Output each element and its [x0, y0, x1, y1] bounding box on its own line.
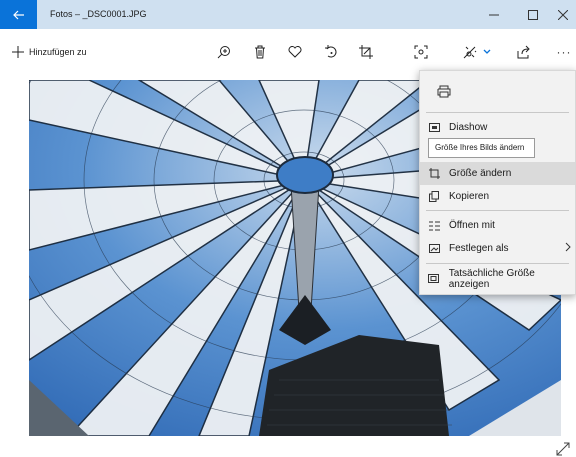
menu-item-label: Festlegen als [449, 243, 509, 254]
rotate-icon [325, 45, 337, 58]
close-icon [558, 9, 568, 20]
share-button[interactable] [513, 41, 535, 63]
actual-size-icon [428, 273, 440, 285]
title-bar: Fotos – _DSC0001.JPG [0, 0, 576, 29]
print-button[interactable] [420, 71, 575, 111]
open-with-icon [428, 220, 440, 232]
chevron-right-icon [565, 242, 571, 252]
back-arrow-icon [12, 10, 24, 19]
menu-item-set-as[interactable]: Festlegen als [420, 237, 575, 260]
add-to-button[interactable]: Hinzufügen zu [12, 42, 87, 62]
menu-item-label: Kopieren [449, 191, 490, 202]
favorite-icon [288, 46, 302, 58]
menu-item-actual-size[interactable]: Tatsächliche Größe anzeigen [420, 267, 575, 290]
chevron-down-icon [483, 49, 491, 54]
print-icon [437, 85, 451, 97]
more-icon: ··· [556, 45, 572, 59]
copy-icon [428, 191, 440, 203]
menu-separator [426, 112, 569, 113]
resize-icon [428, 168, 440, 180]
toolbar: Hinzufügen zu ··· [0, 29, 576, 76]
menu-item-slideshow[interactable]: Diashow [420, 116, 575, 139]
edit-create-button[interactable] [460, 41, 494, 63]
menu-item-label: Größe ändern [449, 168, 512, 179]
window-title: Fotos – _DSC0001.JPG [50, 9, 147, 19]
menu-item-copy[interactable]: Kopieren [420, 185, 575, 208]
delete-button[interactable] [249, 41, 271, 63]
more-menu: Diashow Größe ändern Kopieren Öffnen mit… [419, 70, 576, 295]
crop-icon [359, 45, 373, 59]
close-button[interactable] [545, 0, 576, 29]
zoom-in-icon [217, 46, 230, 59]
enhance-button[interactable] [410, 41, 432, 63]
enhance-icon [414, 45, 428, 59]
edit-create-icon [463, 46, 477, 59]
back-button[interactable] [0, 0, 37, 29]
menu-item-resize[interactable]: Größe ändern [420, 162, 575, 185]
share-icon [517, 45, 530, 59]
slideshow-icon [428, 122, 440, 134]
set-as-icon [428, 243, 440, 255]
menu-item-label: Tatsächliche Größe anzeigen [448, 267, 535, 290]
rotate-button[interactable] [320, 41, 342, 63]
menu-separator [426, 210, 569, 211]
zoom-in-button[interactable] [213, 41, 235, 63]
expand-icon[interactable] [556, 442, 570, 456]
tooltip: Größe Ihres Bilds ändern [428, 138, 535, 158]
menu-item-open-with[interactable]: Öffnen mit [420, 214, 575, 237]
crop-button[interactable] [355, 41, 377, 63]
minimize-icon [489, 14, 499, 15]
favorite-button[interactable] [284, 41, 306, 63]
plus-icon [12, 46, 24, 58]
menu-item-label: Öffnen mit [449, 220, 495, 231]
more-button[interactable]: ··· [553, 41, 575, 63]
menu-separator [426, 263, 569, 264]
add-to-label: Hinzufügen zu [29, 47, 87, 57]
minimize-button[interactable] [476, 0, 512, 29]
maximize-icon [528, 9, 538, 20]
delete-icon [255, 45, 265, 59]
menu-item-label: Diashow [449, 122, 488, 133]
